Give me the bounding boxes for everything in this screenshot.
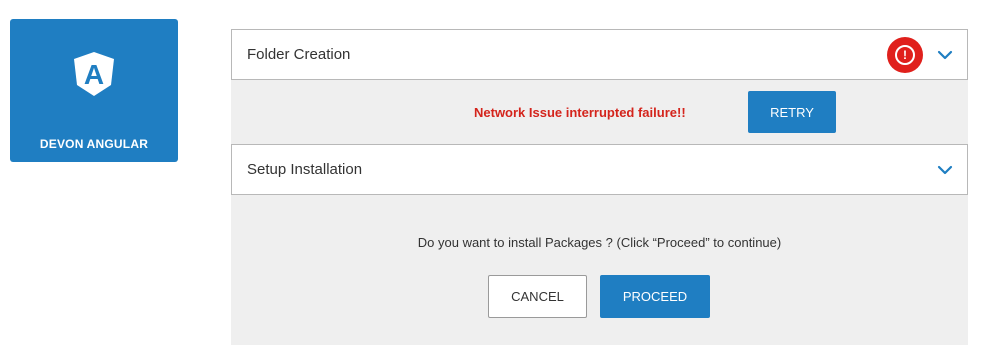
proceed-button[interactable]: PROCEED: [600, 275, 710, 318]
chevron-down-icon[interactable]: [937, 162, 953, 178]
setup-installation-panel: Do you want to install Packages ? (Click…: [231, 195, 968, 345]
folder-creation-error-panel: Network Issue interrupted failure!! RETR…: [231, 80, 968, 144]
setup-installation-header[interactable]: Setup Installation: [231, 144, 968, 195]
error-alert-icon: !: [887, 37, 923, 73]
svg-text:A: A: [84, 59, 104, 90]
folder-creation-header[interactable]: Folder Creation !: [231, 29, 968, 80]
install-prompt: Do you want to install Packages ? (Click…: [417, 235, 782, 250]
error-message: Network Issue interrupted failure!!: [474, 105, 686, 120]
devon-angular-tile[interactable]: A DEVON ANGULAR: [10, 19, 178, 162]
retry-button[interactable]: RETRY: [748, 91, 836, 133]
tile-label: DEVON ANGULAR: [39, 137, 149, 151]
angular-logo-icon: A: [74, 52, 114, 96]
cancel-button[interactable]: CANCEL: [488, 275, 587, 318]
setup-installation-title: Setup Installation: [247, 161, 363, 178]
chevron-down-icon[interactable]: [937, 47, 953, 63]
install-wizard: A DEVON ANGULAR Folder Creation ! Networ…: [0, 0, 986, 355]
folder-creation-title: Folder Creation: [247, 46, 351, 63]
